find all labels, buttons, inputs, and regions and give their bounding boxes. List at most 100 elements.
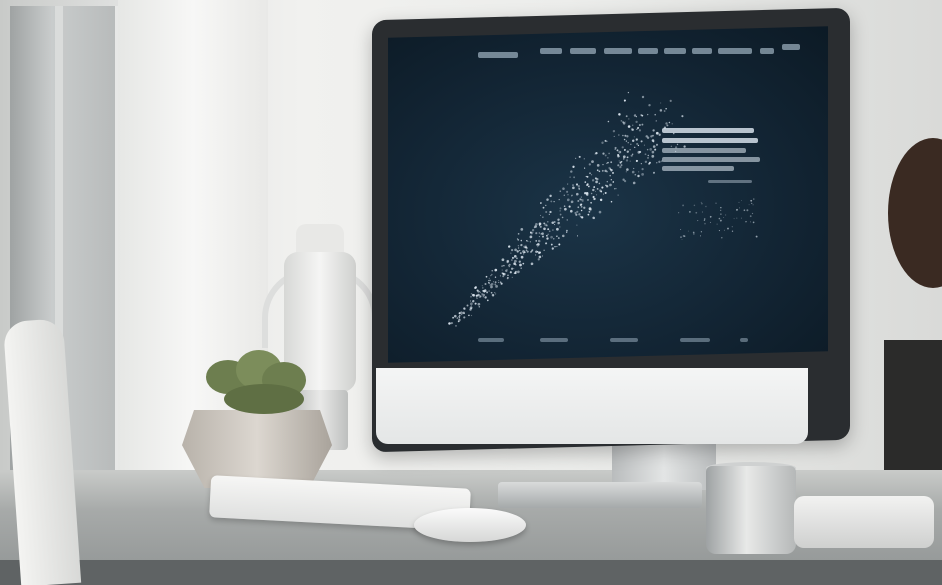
scatter-particle	[596, 187, 599, 190]
scatter-particle	[519, 263, 522, 267]
scatter-particle	[592, 216, 595, 220]
scatter-particle	[481, 285, 483, 287]
scatter-particle	[489, 279, 491, 282]
scatter-particle	[638, 124, 641, 127]
scatter-particle	[666, 124, 669, 127]
scatter-particle	[494, 283, 497, 286]
scatter-particle	[573, 176, 576, 179]
scatter-particle	[514, 259, 517, 263]
scatter-particle	[459, 314, 461, 317]
scatter-particle	[577, 185, 580, 188]
scatter-particle	[488, 277, 490, 279]
scatter-particle	[625, 171, 627, 173]
scatter-particle	[655, 131, 659, 135]
scatter-particle	[503, 264, 505, 267]
scatter-particle	[731, 230, 734, 232]
scatter-particle	[596, 169, 599, 172]
scatter-particle	[526, 240, 528, 242]
scatter-particle	[470, 305, 472, 307]
scatter-particle	[554, 246, 556, 248]
scatter-particle	[494, 281, 497, 284]
scatter-particle	[486, 291, 489, 294]
scatter-particle	[680, 228, 682, 231]
scatter-particle	[723, 229, 725, 231]
scatter-particle	[703, 219, 706, 221]
scatter-particle	[638, 171, 640, 173]
scatter-particle	[617, 164, 620, 167]
scatter-particle	[619, 165, 622, 169]
scatter-particle	[621, 161, 623, 163]
desk-edge	[0, 560, 942, 585]
scatter-particle	[640, 163, 642, 165]
scatter-particle	[542, 206, 545, 209]
scatter-particle	[584, 181, 587, 183]
scatter-particle	[545, 204, 547, 207]
scatter-particle	[618, 134, 620, 136]
scatter-particle	[612, 181, 615, 183]
scatter-particle	[567, 194, 569, 196]
scatter-particle	[607, 161, 609, 164]
scatter-particle	[721, 236, 723, 239]
scatter-particle	[529, 241, 531, 243]
scatter-particle	[723, 217, 725, 218]
scatter-particle	[587, 213, 590, 216]
scatter-particle	[602, 193, 605, 195]
plant-leaf	[224, 384, 304, 414]
scatter-particle	[637, 150, 641, 154]
scatter-particle	[580, 205, 583, 208]
scatter-particle	[731, 226, 733, 228]
scatter-particle	[743, 209, 746, 212]
scatter-particle	[601, 169, 604, 172]
scatter-particle	[511, 256, 514, 259]
scatter-particle	[510, 252, 512, 254]
scatter-particle	[621, 146, 624, 149]
scatter-particle	[535, 240, 537, 242]
scatter-particle	[644, 160, 648, 164]
scatter-particle	[486, 299, 489, 302]
scatter-particle	[632, 153, 634, 155]
scatter-particle	[529, 235, 533, 239]
scatter-particle	[630, 143, 632, 146]
scatter-particle	[586, 175, 589, 178]
scatter-particle	[751, 202, 753, 204]
scatter-particle	[527, 240, 529, 242]
scatter-particle	[538, 236, 540, 238]
scatter-particle	[636, 128, 638, 130]
scatter-particle	[468, 314, 470, 317]
scatter-particle	[495, 285, 498, 288]
scatter-particle	[740, 217, 742, 219]
scatter-particle	[614, 146, 617, 149]
scatter-particle	[511, 276, 513, 279]
scatter-particle	[746, 209, 749, 212]
scatter-particle	[623, 138, 626, 141]
scatter-particle	[546, 237, 549, 240]
mouse-icon	[414, 508, 526, 542]
scatter-particle	[602, 164, 604, 166]
scatter-particle	[572, 186, 575, 190]
scatter-particle	[488, 290, 490, 292]
scatter-particle	[652, 145, 656, 148]
scatter-particle	[630, 154, 633, 157]
scatter-particle	[455, 325, 457, 327]
scatter-particle	[660, 160, 663, 163]
scatter-particle	[545, 210, 548, 214]
scatter-particle	[701, 202, 703, 205]
scatter-particle	[670, 145, 673, 148]
scatter-particle	[693, 233, 695, 235]
scatter-particle	[647, 154, 650, 157]
scatter-particle	[543, 249, 545, 251]
scatter-particle	[540, 202, 542, 204]
scatter-particle	[506, 268, 508, 271]
scatter-particle	[510, 248, 514, 252]
scatter-particle	[750, 221, 752, 223]
scatter-particle	[537, 245, 539, 248]
scatter-particle	[607, 120, 610, 123]
scatter-particle	[646, 156, 650, 159]
scatter-particle	[720, 209, 722, 211]
scatter-particle	[599, 198, 603, 202]
scatter-particle	[556, 235, 558, 237]
scatter-particle	[450, 322, 453, 325]
scatter-particle	[618, 160, 620, 162]
scatter-particle	[588, 163, 591, 166]
scatter-particle	[623, 148, 626, 151]
